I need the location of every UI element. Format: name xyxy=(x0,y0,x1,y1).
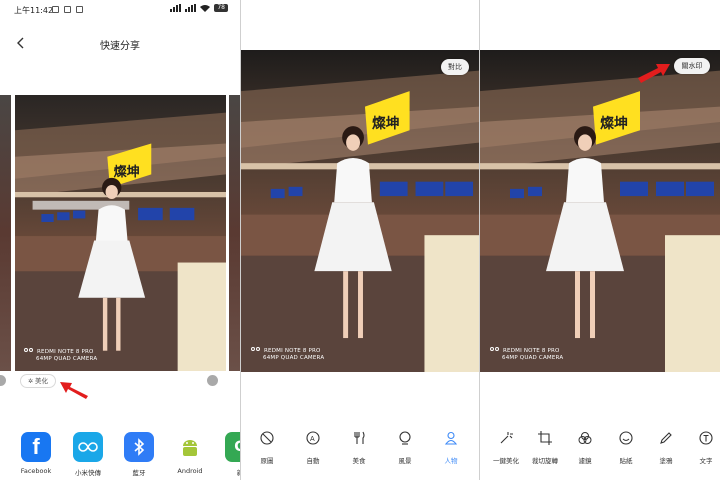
tool-original[interactable]: 原圖 xyxy=(247,430,287,465)
maps-icon: G xyxy=(225,432,240,462)
tool-sticker[interactable]: 貼紙 xyxy=(606,430,646,465)
signal-icon-2 xyxy=(185,4,197,12)
quick-share-screen: 上午11:42 78 快速分享 燦坤 REDMI NOTE 8 PRO 64MP… xyxy=(0,0,240,480)
red-arrow-annotation xyxy=(60,382,88,399)
original-icon xyxy=(260,431,274,445)
tool-text[interactable]: 文字 xyxy=(686,430,720,465)
tool-crop-rotate[interactable]: 裁切旋轉 xyxy=(525,430,565,465)
fork-knife-icon xyxy=(354,431,365,444)
photo-watermark: REDMI NOTE 8 PRO 64MP QUAD CAMERA xyxy=(24,348,97,363)
sign-text: 燦坤 xyxy=(372,115,400,132)
filter-icon xyxy=(578,432,592,444)
tool-doodle[interactable]: 塗鴉 xyxy=(646,430,686,465)
crop-icon xyxy=(538,431,552,445)
signal-icon xyxy=(170,4,182,12)
share-mi-share[interactable]: 小米快傳 xyxy=(70,432,106,477)
bluetooth-icon xyxy=(124,432,154,462)
android-icon xyxy=(175,432,205,462)
text-icon xyxy=(699,431,713,445)
red-arrow-annotation xyxy=(638,64,670,83)
person-icon xyxy=(444,431,458,445)
mi-share-icon xyxy=(73,432,103,462)
scroll-indicator-right xyxy=(207,375,218,386)
edit-screen: 燦坤 REDMI NOTE 8 PRO 64MP QUAD CAMERA 關水印… xyxy=(480,0,720,480)
tool-food[interactable]: 美食 xyxy=(339,430,379,465)
photo-preview: 燦坤 REDMI NOTE 8 PRO 64MP QUAD CAMERA xyxy=(15,95,226,371)
tool-filter[interactable]: 濾鏡 xyxy=(565,430,605,465)
photo-image: 燦坤 xyxy=(480,50,720,372)
sign-text: 燦坤 xyxy=(113,163,139,180)
photo-preview: 燦坤 REDMI NOTE 8 PRO 64MP QUAD CAMERA xyxy=(480,50,720,372)
svg-text:A: A xyxy=(310,436,315,443)
share-facebook[interactable]: f Facebook xyxy=(18,432,54,475)
photo-preview: 燦坤 REDMI NOTE 8 PRO 64MP QUAD CAMERA xyxy=(241,50,479,372)
facebook-icon: f xyxy=(21,432,51,462)
magic-wand-icon xyxy=(500,432,513,444)
sign-text: 燦坤 xyxy=(600,115,628,132)
auto-icon: A xyxy=(306,431,320,445)
previous-photo-peek[interactable] xyxy=(0,95,11,371)
toggle-watermark-button[interactable]: 關水印 xyxy=(674,58,710,74)
photo-watermark: REDMI NOTE 8 PRO 64MP QUAD CAMERA xyxy=(490,347,563,362)
scroll-indicator-left xyxy=(0,375,6,386)
notification-icons xyxy=(52,6,83,13)
share-android[interactable]: Android xyxy=(172,432,208,475)
share-maps[interactable]: G 新 xyxy=(222,432,240,477)
magic-icon: ✲ xyxy=(27,378,33,385)
compare-button[interactable]: 對比 xyxy=(441,59,469,75)
photo-watermark: REDMI NOTE 8 PRO 64MP QUAD CAMERA xyxy=(251,347,324,362)
tool-scenery[interactable]: 風景 xyxy=(385,430,425,465)
battery-icon: 78 xyxy=(214,4,228,12)
next-photo-peek[interactable] xyxy=(229,95,240,371)
smiley-icon xyxy=(619,431,633,445)
wifi-icon xyxy=(200,5,211,12)
tool-one-tap-beautify[interactable]: 一鍵美化 xyxy=(486,430,526,465)
page-title: 快速分享 xyxy=(100,41,140,52)
beautify-button[interactable]: ✲ 美化 xyxy=(20,374,56,388)
scenery-icon xyxy=(399,431,411,445)
photo-image: 燦坤 xyxy=(241,50,479,372)
enhance-screen: 燦坤 REDMI NOTE 8 PRO 64MP QUAD CAMERA 對比 … xyxy=(241,0,479,480)
status-time: 上午11:42 xyxy=(14,6,54,15)
pen-icon xyxy=(660,432,672,444)
status-bar: 上午11:42 78 xyxy=(0,0,240,20)
share-bluetooth[interactable]: 藍牙 xyxy=(121,432,157,477)
tool-portrait[interactable]: 人物 xyxy=(431,430,471,465)
tool-auto[interactable]: A 自動 xyxy=(293,430,333,465)
app-header: 快速分享 xyxy=(0,28,240,58)
photo-image: 燦坤 xyxy=(15,95,226,371)
